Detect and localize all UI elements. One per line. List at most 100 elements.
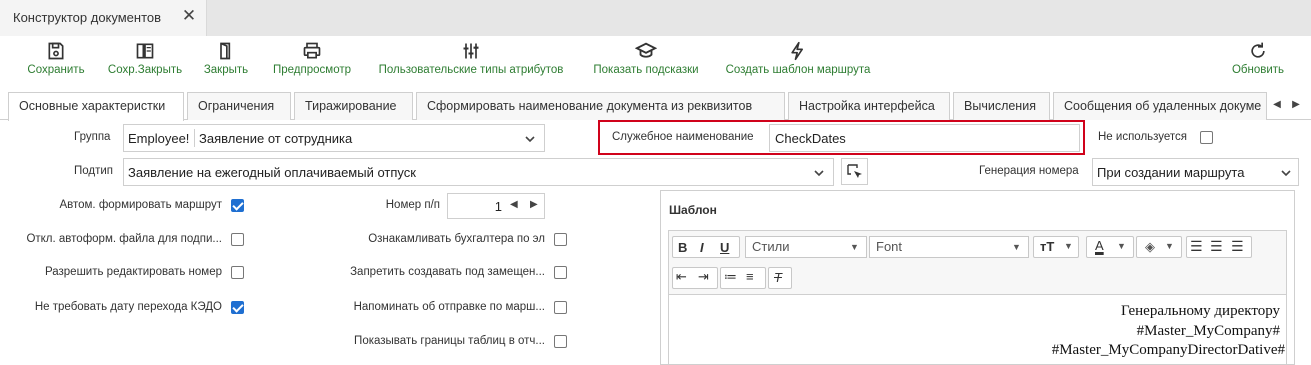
disable-autofile-label: Откл. автоформ. файла для подпи... bbox=[26, 233, 222, 245]
group-divider bbox=[194, 129, 195, 147]
tab-restrictions[interactable]: Ограничения bbox=[187, 92, 291, 120]
forbid-create-checkbox[interactable] bbox=[554, 266, 567, 279]
no-kedo-date-checkbox[interactable] bbox=[231, 301, 244, 314]
decrement-icon[interactable]: ◀ bbox=[510, 199, 518, 210]
service-name-label: Служебное наименование bbox=[612, 131, 754, 143]
create-route-template-label: Создать шаблон маршрута bbox=[725, 64, 871, 76]
subtype-value: Заявление на ежегодный оплачиваемый отпу… bbox=[128, 165, 416, 180]
show-hints-label: Показать подсказки bbox=[593, 64, 699, 76]
template-line: #Master_MyCompany# bbox=[1136, 323, 1280, 339]
show-hints-button[interactable]: Показать подсказки bbox=[587, 38, 705, 82]
door-icon bbox=[220, 42, 231, 60]
number-gen-value: При создании маршрута bbox=[1097, 165, 1245, 180]
chevron-down-icon bbox=[1281, 170, 1291, 177]
underline-icon[interactable]: U bbox=[720, 240, 729, 255]
group-select[interactable]: Employee! Заявление от сотрудника bbox=[123, 124, 545, 152]
align-right-icon[interactable]: ☰ bbox=[1231, 238, 1244, 255]
save-label: Сохранить bbox=[27, 64, 85, 76]
cursor-select-icon bbox=[847, 164, 862, 178]
auto-route-checkbox[interactable] bbox=[231, 199, 244, 212]
template-title: Шаблон bbox=[669, 203, 717, 217]
chevron-down-icon bbox=[525, 136, 535, 143]
auto-route-label: Автом. формировать маршрут bbox=[59, 199, 222, 211]
order-num-value: 1 bbox=[494, 199, 502, 214]
font-size-icon: тТ bbox=[1040, 239, 1055, 254]
remind-send-checkbox[interactable] bbox=[554, 301, 567, 314]
order-num-label: Номер п/п bbox=[385, 199, 440, 211]
numbered-list-icon[interactable]: ≡ bbox=[746, 269, 754, 284]
caret-down-icon: ▼ bbox=[1064, 241, 1073, 251]
lightning-icon bbox=[791, 41, 803, 61]
increment-icon[interactable]: ▶ bbox=[530, 199, 538, 210]
tab-interface-settings[interactable]: Настройка интерфейса bbox=[788, 92, 950, 120]
allow-edit-number-label: Разрешить редактировать номер bbox=[44, 266, 222, 278]
book-open-icon bbox=[136, 43, 154, 59]
sliders-icon bbox=[463, 43, 479, 59]
acquaint-accountant-checkbox[interactable] bbox=[554, 233, 567, 246]
tab-name-from-requisites[interactable]: Сформировать наименование документа из р… bbox=[416, 92, 785, 120]
align-left-icon[interactable]: ☰ bbox=[1190, 238, 1203, 255]
document-tab[interactable]: Конструктор документов ✕ bbox=[0, 0, 207, 36]
template-line: #Master_MyCompanyDirectorDative# bbox=[1051, 342, 1285, 358]
caret-down-icon: ▼ bbox=[1117, 241, 1126, 251]
order-num-stepper[interactable]: 1 ◀ ▶ bbox=[447, 193, 545, 219]
service-name-input[interactable]: CheckDates bbox=[769, 124, 1080, 152]
preview-button[interactable]: Предпросмотр bbox=[268, 38, 356, 82]
service-name-value: CheckDates bbox=[775, 131, 846, 146]
text-color-icon: A bbox=[1095, 238, 1104, 253]
save-close-button[interactable]: Сохр.Закрыть bbox=[104, 38, 186, 82]
chevron-down-icon bbox=[814, 170, 824, 177]
not-used-checkbox[interactable] bbox=[1200, 131, 1213, 144]
font-placeholder: Font bbox=[876, 239, 903, 254]
number-gen-select[interactable]: При создании маршрута bbox=[1092, 158, 1299, 186]
align-center-icon[interactable]: ☰ bbox=[1210, 238, 1223, 255]
disable-autofile-checkbox[interactable] bbox=[231, 233, 244, 246]
refresh-button[interactable]: Обновить bbox=[1226, 38, 1290, 82]
forbid-create-label: Запретить создавать под замещен... bbox=[350, 266, 545, 278]
bullet-list-icon[interactable]: ≔ bbox=[724, 269, 737, 285]
acquaint-accountant-label: Ознакамливать бухгалтера по эл bbox=[368, 233, 545, 245]
create-route-template-button[interactable]: Создать шаблон маршрута bbox=[719, 38, 877, 82]
subtype-select[interactable]: Заявление на ежегодный оплачиваемый отпу… bbox=[123, 158, 834, 186]
show-borders-label: Показывать границы таблиц в отч... bbox=[354, 335, 545, 347]
italic-icon[interactable]: I bbox=[700, 240, 704, 255]
template-line: Генеральному директору bbox=[1120, 303, 1280, 319]
tab-calculations[interactable]: Вычисления bbox=[953, 92, 1050, 120]
subtype-picker-button[interactable] bbox=[841, 158, 868, 185]
styles-dropdown[interactable]: Стили ▼ bbox=[745, 236, 867, 258]
bold-icon[interactable]: B bbox=[678, 240, 687, 255]
outdent-icon[interactable]: ⇤ bbox=[676, 269, 687, 285]
graduation-cap-icon bbox=[635, 42, 657, 58]
tab-main-characteristics[interactable]: Основные характеристки bbox=[8, 92, 184, 121]
clear-format-icon: T bbox=[774, 270, 782, 285]
font-size-button[interactable]: тТ ▼ bbox=[1033, 236, 1079, 258]
number-gen-label: Генерация номера bbox=[979, 165, 1079, 177]
not-used-label: Не используется bbox=[1098, 131, 1188, 143]
refresh-icon bbox=[1251, 42, 1265, 58]
tab-deleted-doc-messages[interactable]: Сообщения об удаленных докуме bbox=[1053, 92, 1267, 120]
group-label: Группа bbox=[74, 131, 111, 143]
indent-icon[interactable]: ⇥ bbox=[698, 269, 709, 285]
floppy-icon bbox=[48, 42, 64, 60]
attr-types-button[interactable]: Пользовательские типы атрибутов bbox=[370, 38, 572, 82]
close-button[interactable]: Закрыть bbox=[200, 38, 252, 82]
tab-scroll-right-icon[interactable]: ▶ bbox=[1287, 94, 1305, 116]
printer-icon bbox=[303, 42, 321, 59]
show-borders-checkbox[interactable] bbox=[554, 335, 567, 348]
bg-color-button[interactable]: ◈ ▼ bbox=[1136, 236, 1182, 258]
clear-format-button[interactable]: T bbox=[768, 267, 792, 289]
tab-replication[interactable]: Тиражирование bbox=[294, 92, 413, 120]
close-label: Закрыть bbox=[203, 64, 249, 76]
styles-placeholder: Стили bbox=[752, 239, 790, 254]
refresh-label: Обновить bbox=[1231, 64, 1285, 76]
group-code: Employee! bbox=[128, 131, 190, 146]
close-icon[interactable]: ✕ bbox=[180, 7, 198, 25]
save-close-label: Сохр.Закрыть bbox=[107, 64, 183, 76]
allow-edit-number-checkbox[interactable] bbox=[231, 266, 244, 279]
group-value: Заявление от сотрудника bbox=[199, 131, 353, 146]
tab-scroll-left-icon[interactable]: ◀ bbox=[1268, 94, 1286, 116]
text-color-button[interactable]: A ▼ bbox=[1086, 236, 1134, 258]
caret-down-icon: ▼ bbox=[1165, 241, 1174, 251]
save-button[interactable]: Сохранить bbox=[24, 38, 88, 82]
font-dropdown[interactable]: Font ▼ bbox=[869, 236, 1029, 258]
